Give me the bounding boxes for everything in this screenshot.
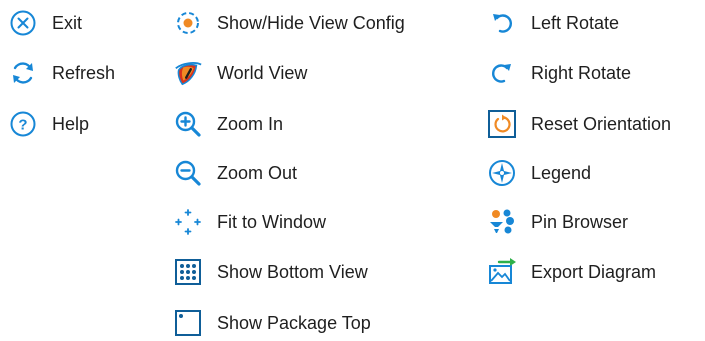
- export-diagram-label: Export Diagram: [531, 261, 657, 282]
- refresh-button[interactable]: Refresh: [8, 56, 115, 90]
- fit-to-window-label: Fit to Window: [217, 211, 327, 232]
- rotate-right-icon: [487, 58, 517, 88]
- world-view-button[interactable]: World View: [173, 56, 307, 90]
- help-icon: ?: [8, 109, 38, 139]
- left-rotate-label: Left Rotate: [531, 12, 620, 33]
- exit-button[interactable]: Exit: [8, 6, 82, 40]
- export-diagram-icon: [487, 257, 517, 287]
- show-bottom-view-label: Show Bottom View: [217, 261, 368, 282]
- zoom-out-label: Zoom Out: [217, 162, 298, 183]
- reset-orientation-label: Reset Orientation: [531, 113, 672, 134]
- show-package-top-label: Show Package Top: [217, 312, 371, 333]
- show-hide-view-config-button[interactable]: Show/Hide View Config: [173, 6, 405, 40]
- fit-to-window-button[interactable]: Fit to Window: [173, 205, 326, 239]
- show-package-top-button[interactable]: Show Package Top: [173, 306, 371, 340]
- zoom-in-button[interactable]: Zoom In: [173, 107, 283, 141]
- fit-window-icon: [173, 207, 203, 237]
- gear-icon: [173, 8, 203, 38]
- zoom-in-icon: [173, 109, 203, 139]
- legend-button[interactable]: Legend: [487, 156, 591, 190]
- rotate-left-icon: [487, 8, 517, 38]
- help-button[interactable]: ? Help: [8, 107, 89, 141]
- eye-icon: [173, 58, 203, 88]
- export-diagram-button[interactable]: Export Diagram: [487, 255, 656, 289]
- svg-text:?: ?: [18, 117, 27, 134]
- pin-browser-button[interactable]: Pin Browser: [487, 205, 628, 239]
- reset-orientation-icon: [487, 109, 517, 139]
- bottom-view-icon: [173, 257, 203, 287]
- close-circle-icon: [8, 8, 38, 38]
- reset-orientation-button[interactable]: Reset Orientation: [487, 107, 671, 141]
- pin-browser-icon: [487, 207, 517, 237]
- exit-label: Exit: [52, 12, 83, 33]
- world-view-label: World View: [217, 62, 308, 83]
- help-label: Help: [52, 113, 90, 134]
- pin-browser-label: Pin Browser: [531, 211, 629, 232]
- show-bottom-view-button[interactable]: Show Bottom View: [173, 255, 368, 289]
- left-rotate-button[interactable]: Left Rotate: [487, 6, 619, 40]
- zoom-out-icon: [173, 158, 203, 188]
- right-rotate-label: Right Rotate: [531, 62, 632, 83]
- right-rotate-button[interactable]: Right Rotate: [487, 56, 631, 90]
- legend-label: Legend: [531, 162, 592, 183]
- show-hide-view-config-label: Show/Hide View Config: [217, 12, 405, 33]
- legend-icon: [487, 158, 517, 188]
- refresh-label: Refresh: [52, 62, 116, 83]
- zoom-in-label: Zoom In: [217, 113, 284, 134]
- zoom-out-button[interactable]: Zoom Out: [173, 156, 297, 190]
- package-top-icon: [173, 308, 203, 338]
- refresh-icon: [8, 58, 38, 88]
